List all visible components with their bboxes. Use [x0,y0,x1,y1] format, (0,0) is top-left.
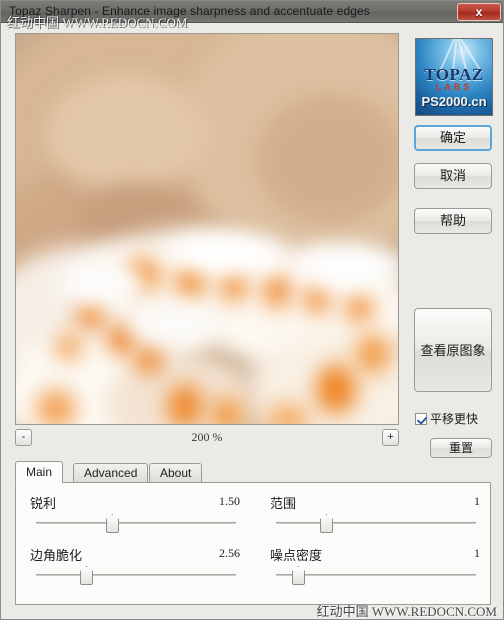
slider-value: 2.56 [219,546,240,560]
view-original-button[interactable]: 查看原图象 [414,308,492,392]
preview-canvas [16,34,398,424]
slider-track[interactable] [36,566,236,585]
slider-label: 噪点密度 [270,548,323,563]
ok-button[interactable]: 确定 [414,125,492,151]
right-panel: TOPAZ LABS PS2000.cn 确定 取消 帮助 查看原图象 平移更快… [409,33,497,458]
slider-label: 边角脆化 [30,548,83,563]
slider-track[interactable] [36,514,236,533]
reset-button[interactable]: 重置 [430,438,492,458]
zoom-bar: - 200 % + [15,429,399,449]
slider-label: 锐利 [30,496,57,511]
slider-thumb[interactable] [292,566,305,585]
window-title: Topaz Sharpen - Enhance image sharpness … [9,4,370,18]
cancel-button[interactable]: 取消 [414,163,492,189]
slider-value: 1 [474,546,480,560]
help-button[interactable]: 帮助 [414,208,492,234]
slider-track[interactable] [276,514,476,533]
tab-strip: Main Advanced About [15,461,491,483]
topaz-labs-logo: TOPAZ LABS PS2000.cn [415,38,493,116]
slider-value: 1 [474,494,480,508]
faster-pan-checkbox-row[interactable]: 平移更快 [415,410,478,427]
image-preview[interactable] [15,33,399,425]
checkbox-icon[interactable] [415,413,427,425]
close-button[interactable]: x [457,3,501,21]
zoom-in-button[interactable]: + [382,429,399,446]
logo-watermark: PS2000.cn [421,94,487,109]
logo-sub-text: LABS [435,82,473,92]
faster-pan-label: 平移更快 [430,412,479,426]
topaz-sharpen-window: Topaz Sharpen - Enhance image sharpness … [0,0,504,620]
slider-label: 范围 [270,496,297,511]
tab-advanced[interactable]: Advanced [73,463,149,482]
slider-thumb[interactable] [320,514,333,533]
slider-thumb[interactable] [106,514,119,533]
tab-main[interactable]: Main [15,461,64,483]
slider-track[interactable] [276,566,476,585]
zoom-level-label: 200 % [191,430,223,444]
title-bar[interactable]: Topaz Sharpen - Enhance image sharpness … [1,1,503,23]
tab-about[interactable]: About [149,463,203,482]
settings-panel: 锐利 1.50 范围 1 边角脆化 2.56 噪点密度 1 [15,482,491,605]
slider-value: 1.50 [219,494,240,508]
slider-thumb[interactable] [80,566,93,585]
